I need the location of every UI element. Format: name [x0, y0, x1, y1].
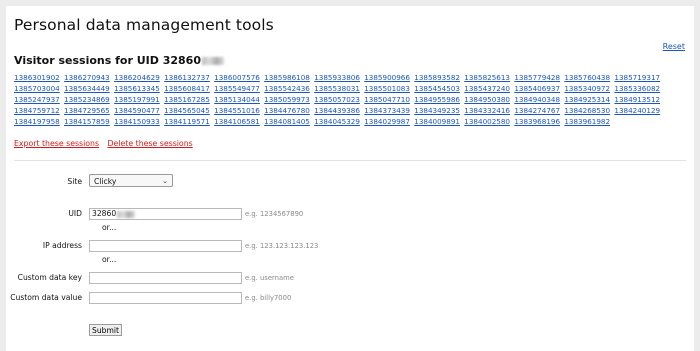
session-link[interactable]: 1385779428 — [514, 73, 560, 82]
site-select-value: Clicky — [94, 177, 117, 186]
session-link[interactable]: 1384081405 — [264, 117, 310, 126]
session-link[interactable]: 1384268530 — [564, 106, 610, 115]
uid-input-value: 32860 — [92, 209, 117, 218]
session-actions: Export these sessions Delete these sessi… — [14, 139, 199, 148]
session-link[interactable]: 1384240129 — [614, 106, 660, 115]
session-link[interactable]: 1384002580 — [464, 117, 510, 126]
session-link[interactable]: 1386132737 — [164, 73, 210, 82]
session-link[interactable]: 1385340972 — [564, 84, 610, 93]
sessions-heading: Visitor sessions for UID 32860 — [14, 54, 224, 67]
session-link[interactable]: 1383968196 — [514, 117, 560, 126]
session-link[interactable]: 1384349235 — [414, 106, 460, 115]
ip-address-input[interactable] — [89, 240, 242, 252]
session-link[interactable]: 1385760438 — [564, 73, 610, 82]
session-link[interactable]: 1384955986 — [414, 95, 460, 104]
main-panel: Personal data management tools Reset Vis… — [6, 6, 694, 351]
session-link[interactable]: 1386007576 — [214, 73, 260, 82]
session-link[interactable]: 1385893582 — [414, 73, 460, 82]
session-link[interactable]: 1385336082 — [614, 84, 660, 93]
chevron-down-icon: ⌄ — [162, 177, 168, 185]
page-title: Personal data management tools — [14, 16, 274, 34]
session-link[interactable]: 1384940348 — [514, 95, 560, 104]
session-link[interactable]: 1384150933 — [114, 117, 160, 126]
custom-data-value-label: Custom data value — [10, 293, 82, 302]
session-link[interactable]: 1384439386 — [314, 106, 360, 115]
session-link[interactable]: 1384157859 — [64, 117, 110, 126]
session-link[interactable]: 1385719317 — [614, 73, 660, 82]
session-link[interactable]: 1385047710 — [364, 95, 410, 104]
session-link[interactable]: 1385608417 — [164, 84, 210, 93]
redacted-uid-blur — [201, 57, 224, 65]
divider — [14, 160, 686, 161]
custom-data-key-input[interactable] — [89, 272, 242, 284]
sessions-heading-text: Visitor sessions for UID 32860 — [14, 54, 201, 67]
redacted-uid-input-blur — [117, 210, 136, 218]
session-link[interactable]: 1386301902 — [14, 73, 60, 82]
site-select[interactable]: Clicky ⌄ — [89, 174, 173, 187]
session-link[interactable]: 1384729565 — [64, 106, 110, 115]
delete-sessions-link[interactable]: Delete these sessions — [108, 139, 193, 148]
session-link[interactable]: 1384197958 — [14, 117, 60, 126]
or-separator-2: or... — [102, 255, 117, 264]
or-separator-1: or... — [102, 223, 117, 232]
custom-data-key-hint: e.g. username — [245, 274, 294, 282]
ip-address-hint: e.g. 123.123.123.123 — [245, 242, 319, 250]
session-link[interactable]: 1385454503 — [414, 84, 460, 93]
session-link[interactable]: 1384119571 — [164, 117, 210, 126]
ip-address-label: IP address — [42, 241, 82, 250]
session-link[interactable]: 1385549477 — [214, 84, 260, 93]
session-link[interactable]: 1384274767 — [514, 106, 560, 115]
session-link[interactable]: 1385437240 — [464, 84, 510, 93]
session-link[interactable]: 1384332416 — [464, 106, 510, 115]
session-link[interactable]: 1386204629 — [114, 73, 160, 82]
session-link[interactable]: 1384925314 — [564, 95, 610, 104]
site-label: Site — [67, 177, 82, 186]
session-link[interactable]: 1385247937 — [14, 95, 60, 104]
session-link[interactable]: 1385406937 — [514, 84, 560, 93]
session-link[interactable]: 1385057023 — [314, 95, 360, 104]
session-link[interactable]: 1385825613 — [464, 73, 510, 82]
session-link[interactable]: 1385234869 — [64, 95, 110, 104]
custom-data-key-label: Custom data key — [17, 273, 82, 282]
session-link[interactable]: 1385538031 — [314, 84, 360, 93]
session-link[interactable]: 1385613345 — [114, 84, 160, 93]
reset-link[interactable]: Reset — [663, 42, 685, 51]
session-link[interactable]: 1385986108 — [264, 73, 310, 82]
session-link[interactable]: 1385933806 — [314, 73, 360, 82]
session-link[interactable]: 1385167285 — [164, 95, 210, 104]
uid-label: UID — [68, 209, 82, 218]
session-id-list: 1386301902 1386270943 1386204629 1386132… — [14, 72, 688, 127]
session-link[interactable]: 1383961982 — [564, 117, 610, 126]
session-link[interactable]: 1384950380 — [464, 95, 510, 104]
session-link[interactable]: 1384913512 — [614, 95, 660, 104]
session-link[interactable]: 1386270943 — [64, 73, 110, 82]
custom-data-value-input[interactable] — [89, 292, 242, 304]
session-link[interactable]: 1384565045 — [164, 106, 210, 115]
custom-data-value-hint: e.g. billy7000 — [245, 294, 292, 302]
session-link[interactable]: 1385703004 — [14, 84, 60, 93]
session-link[interactable]: 1385634449 — [64, 84, 110, 93]
session-link[interactable]: 1385900966 — [364, 73, 410, 82]
session-link[interactable]: 1384551016 — [214, 106, 260, 115]
session-link[interactable]: 1385059973 — [264, 95, 310, 104]
session-link[interactable]: 1384029987 — [364, 117, 410, 126]
session-link[interactable]: 1385197991 — [114, 95, 160, 104]
session-link[interactable]: 1385501083 — [364, 84, 410, 93]
uid-hint: e.g. 1234567890 — [245, 210, 304, 218]
uid-input[interactable]: 32860 — [89, 208, 242, 220]
session-link[interactable]: 1384009891 — [414, 117, 460, 126]
session-link[interactable]: 1385542436 — [264, 84, 310, 93]
session-link[interactable]: 1384106581 — [214, 117, 260, 126]
session-link[interactable]: 1384045329 — [314, 117, 360, 126]
session-link[interactable]: 1385134044 — [214, 95, 260, 104]
export-sessions-link[interactable]: Export these sessions — [14, 139, 99, 148]
session-link[interactable]: 1384759712 — [14, 106, 60, 115]
session-link[interactable]: 1384590477 — [114, 106, 160, 115]
submit-button[interactable]: Submit — [89, 324, 122, 336]
session-link[interactable]: 1384373439 — [364, 106, 410, 115]
session-link[interactable]: 1384476780 — [264, 106, 310, 115]
